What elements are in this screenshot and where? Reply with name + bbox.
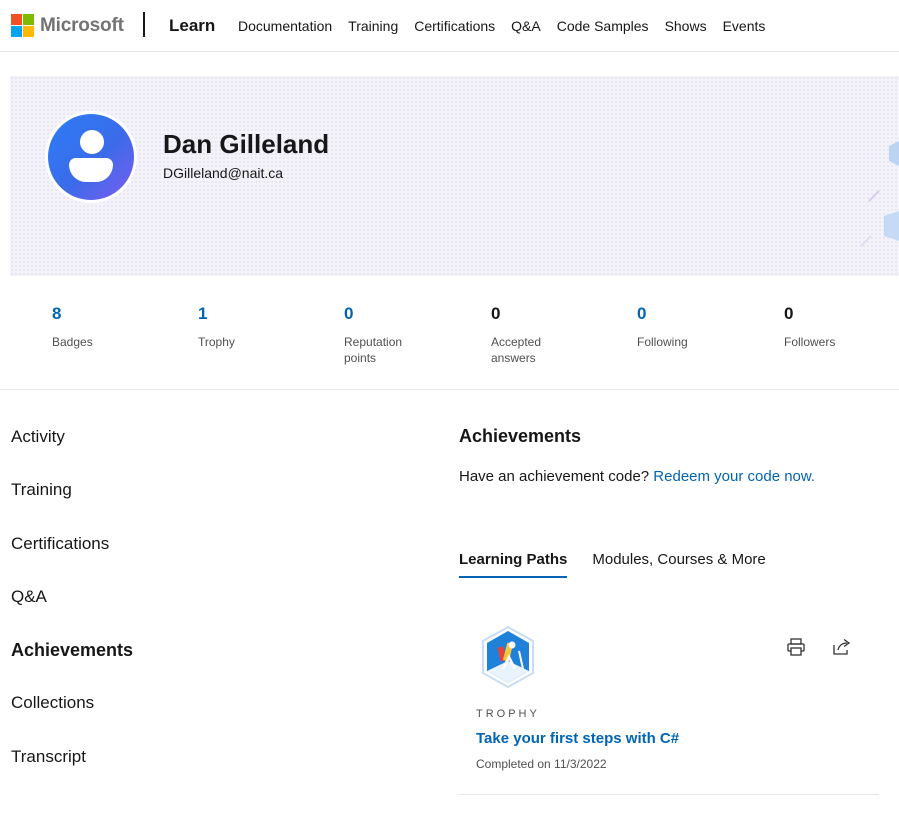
profile-name: Dan Gilleland [163,129,330,159]
nav-documentation[interactable]: Documentation [238,18,332,34]
site-header: Microsoft Learn Documentation Training C… [0,0,899,52]
sidenav-item-collections[interactable]: Collections [11,686,311,739]
card-title-link[interactable]: Take your first steps with C# [476,730,679,747]
stat-value: 0 [784,304,794,323]
stat-value: 0 [637,304,647,323]
microsoft-logo[interactable]: Microsoft [11,14,124,37]
stat-label: Badges [52,335,93,349]
share-icon[interactable] [830,635,854,659]
stat-value: 8 [52,304,62,323]
stat-value: 0 [344,304,354,323]
achievements-title: Achievements [459,426,582,446]
profile-email: DGilleland@nait.ca [163,165,284,181]
avatar [45,111,137,203]
learn-home-link[interactable]: Learn [169,16,215,36]
stat-following[interactable]: 0 Following [637,304,757,350]
redeem-code-link[interactable]: Redeem your code now. [653,468,815,485]
achievement-tabs: Learning Paths Modules, Courses & More [459,551,791,578]
sidenav-item-certifications[interactable]: Certifications [11,527,311,580]
nav-code-samples[interactable]: Code Samples [557,18,649,34]
header-divider [143,12,145,37]
tab-learning-paths[interactable]: Learning Paths [459,551,568,578]
stat-followers: 0 Followers [784,304,899,350]
card-completed-date: Completed on 11/3/2022 [476,757,607,771]
card-kind-label: TROPHY [476,708,540,720]
sidenav-item-activity[interactable]: Activity [11,420,311,473]
trophy-badge-icon [482,625,534,689]
sidenav-item-qna[interactable]: Q&A [11,580,311,633]
sidenav-item-training[interactable]: Training [11,473,311,526]
nav-shows[interactable]: Shows [665,18,707,34]
trophy-card: TROPHY Take your first steps with C# Com… [459,600,879,795]
microsoft-logo-text: Microsoft [40,14,124,36]
stat-value: 0 [491,304,501,323]
stat-accepted-answers: 0 Accepted answers [491,304,611,366]
tab-modules-courses[interactable]: Modules, Courses & More [592,551,765,578]
stat-label: Following [637,335,688,349]
nav-certifications[interactable]: Certifications [414,18,495,34]
stat-badges[interactable]: 8 Badges [52,304,172,350]
banner-decoration-icon [860,141,899,247]
microsoft-logo-icon [11,14,34,37]
print-icon[interactable] [784,635,808,659]
stat-label: Followers [784,335,836,349]
top-nav: Documentation Training Certifications Q&… [238,18,781,34]
stat-label: Accepted answers [491,335,542,365]
nav-training[interactable]: Training [348,18,398,34]
sidenav-item-transcript[interactable]: Transcript [11,740,311,793]
stat-label: Reputation points [344,335,403,365]
profile-sidenav: Activity Training Certifications Q&A Ach… [11,420,311,793]
stat-trophy[interactable]: 1 Trophy [198,304,318,350]
sidenav-item-achievements[interactable]: Achievements [11,633,311,686]
nav-events[interactable]: Events [723,18,766,34]
achievement-code-text: Have an achievement code? [459,468,650,485]
stat-label: Trophy [198,335,235,349]
profile-stats: 8 Badges 1 Trophy 0 Reputation points 0 … [0,300,899,390]
person-icon [48,114,134,200]
achievement-code-prompt: Have an achievement code? Redeem your co… [459,468,815,485]
nav-qna[interactable]: Q&A [511,18,541,34]
stat-reputation[interactable]: 0 Reputation points [344,304,464,366]
profile-banner: Dan Gilleland DGilleland@nait.ca [10,76,899,276]
card-actions [784,635,876,659]
stat-value: 1 [198,304,208,323]
